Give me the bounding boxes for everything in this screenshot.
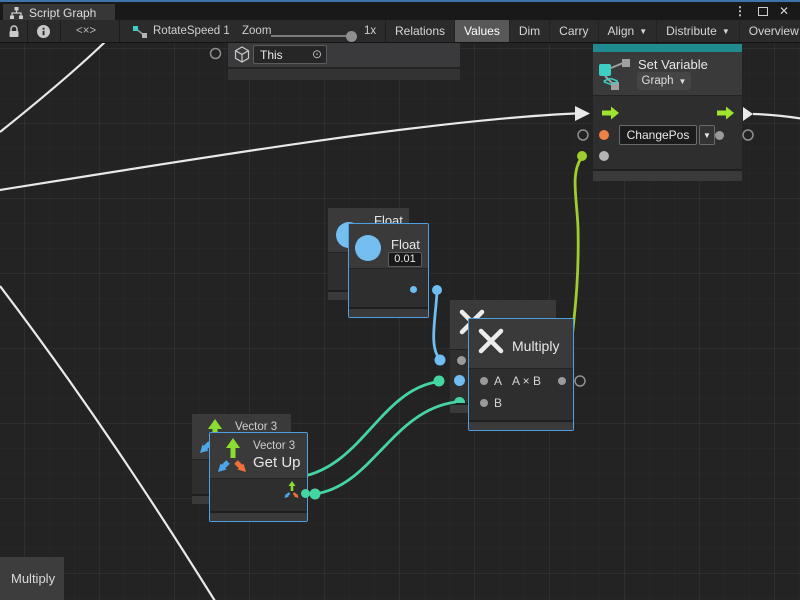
graph-breadcrumb-icon (132, 25, 148, 39)
port-result-label: A × B (512, 374, 541, 388)
float-node[interactable]: Float 0.01 (348, 223, 429, 318)
align-button[interactable]: Align ▼ (599, 20, 658, 42)
zoom-value: 1x (364, 25, 376, 37)
node-footer (349, 307, 428, 317)
tab-title: Script Graph (29, 6, 96, 20)
input-port[interactable] (457, 356, 466, 365)
set-variable-node[interactable]: <> Set Variable Graph ▼ ChangePos ▼ (593, 44, 742, 181)
getup-node[interactable]: Vector 3 Get Up (209, 432, 308, 522)
float-output-port[interactable] (410, 286, 417, 293)
node-footer (469, 420, 573, 430)
graph-toolbar: <×> RotateSpeed 1 Zoom 1x Relations Valu… (0, 20, 800, 43)
chevron-down-icon: ▼ (722, 27, 730, 36)
tooltip-label: Multiply (11, 571, 55, 586)
button-label: Align (608, 24, 635, 38)
control-input-port[interactable] (601, 106, 620, 120)
zoom-slider[interactable] (271, 35, 356, 37)
script-graph-icon (10, 7, 23, 19)
zoom-label: Zoom (242, 25, 271, 37)
menu-icon[interactable]: ⋮ (732, 4, 748, 18)
float-value-field[interactable]: 0.01 (388, 252, 422, 267)
chevron-down-icon: ▼ (679, 77, 687, 86)
variable-name-dropdown[interactable]: ChangePos (619, 125, 697, 145)
button-label: Carry (559, 24, 588, 38)
float-value: 0.01 (394, 253, 415, 265)
dim-button[interactable]: Dim (510, 20, 550, 42)
values-button[interactable]: Values (455, 20, 510, 42)
node-accent-bar (593, 44, 742, 52)
unity-visual-scripting-window: Float Multiply Vector 3 Get Up (0, 0, 800, 600)
chevron-down-icon: ▼ (639, 27, 647, 36)
node-title: Get Up (253, 454, 301, 471)
code-icon: <> (603, 73, 617, 89)
lock-icon[interactable] (8, 25, 20, 38)
code-view-icon[interactable]: <×> (76, 25, 96, 37)
variable-name-out-dot[interactable] (715, 131, 724, 140)
node-body (228, 69, 460, 80)
info-icon[interactable] (37, 25, 50, 38)
float-icon (355, 235, 381, 261)
variable-name-port[interactable] (599, 130, 609, 140)
button-label: Values (464, 24, 500, 38)
node-tooltip: Multiply (0, 557, 64, 600)
variable-name-label: ChangePos (627, 128, 690, 142)
close-icon[interactable]: ✕ (776, 4, 792, 18)
vector-output-port[interactable] (301, 489, 310, 498)
button-label: Distribute (666, 24, 717, 38)
value-input-port[interactable] (599, 151, 609, 161)
node-title: Float (391, 237, 420, 252)
node-title: Multiply (512, 338, 559, 354)
button-label: Overview (749, 24, 799, 38)
object-picker-icon[interactable]: ⊙ (312, 47, 322, 61)
graph-breadcrumb[interactable]: RotateSpeed 1 (153, 25, 230, 37)
this-object-field[interactable]: This ⊙ (253, 45, 327, 64)
tab-bar: Script Graph ⋮ ✕ (0, 0, 800, 20)
control-output-port[interactable] (716, 106, 735, 120)
maximize-icon[interactable] (758, 7, 768, 16)
this-field-value: This (260, 48, 283, 62)
variable-kind-dropdown[interactable]: Graph ▼ (637, 72, 691, 90)
vector3-mini-icon (284, 481, 299, 499)
input-port-float[interactable] (454, 375, 465, 386)
overview-button[interactable]: Overview (740, 20, 800, 42)
node-type-label: Vector 3 (253, 440, 295, 452)
button-label: Relations (395, 24, 445, 38)
zoom-slider-knob[interactable] (346, 31, 357, 42)
output-port-result[interactable] (558, 377, 566, 385)
input-port-a[interactable] (480, 377, 488, 385)
port-a-label: A (494, 374, 502, 388)
toolbar-mode-buttons: Relations Values Dim Carry Align ▼ Distri… (386, 20, 800, 42)
distribute-button[interactable]: Distribute ▼ (657, 20, 740, 42)
input-port-b[interactable] (480, 399, 488, 407)
relations-button[interactable]: Relations (386, 20, 455, 42)
button-label: Dim (519, 24, 540, 38)
vector3-icon (217, 438, 247, 474)
node-title: Set Variable (638, 57, 708, 72)
carry-button[interactable]: Carry (550, 20, 598, 42)
this-node[interactable]: This ⊙ (228, 42, 460, 80)
chevron-down-icon: ▼ (703, 131, 711, 140)
node-footer (593, 169, 742, 181)
multiply-icon (477, 327, 505, 355)
variable-name-dropdown-caret[interactable]: ▼ (699, 125, 715, 145)
node-footer (210, 511, 307, 521)
port-b-label: B (494, 396, 502, 410)
variable-kind-label: Graph (642, 75, 674, 87)
multiply-node[interactable]: Multiply A A × B B (468, 318, 574, 431)
gameobject-cube-icon (234, 46, 250, 63)
